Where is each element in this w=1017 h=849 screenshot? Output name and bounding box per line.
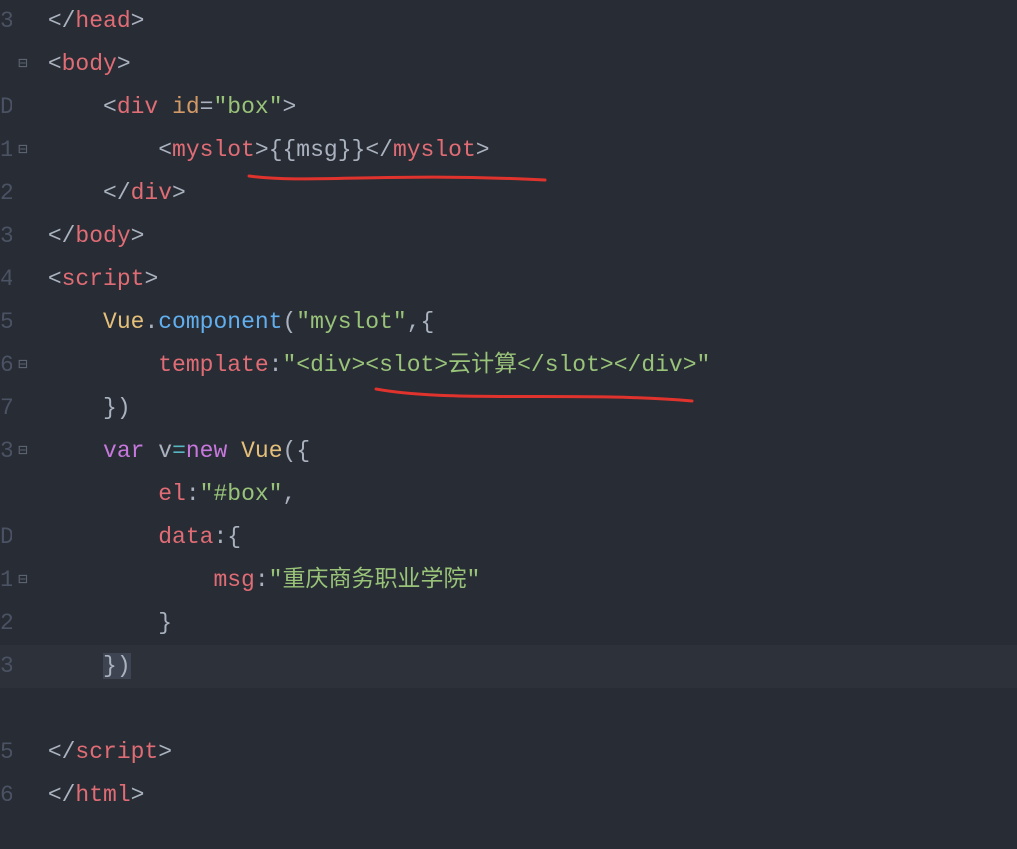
code-line[interactable]: <myslot>{{msg}}</myslot>: [34, 129, 1017, 172]
code-line[interactable]: }: [34, 602, 1017, 645]
code-line[interactable]: var v=new Vue({: [34, 430, 1017, 473]
code-line[interactable]: template:"<div><slot>云计算</slot></div>": [34, 344, 1017, 387]
fold-marker[interactable]: [12, 731, 34, 774]
fold-marker[interactable]: ⊟: [12, 43, 34, 86]
code-line[interactable]: </head>: [34, 0, 1017, 43]
code-line[interactable]: </body>: [34, 215, 1017, 258]
line-number: [0, 43, 12, 86]
code-line[interactable]: </script>: [34, 731, 1017, 774]
code-line[interactable]: Vue.component("myslot",{: [34, 301, 1017, 344]
code-line[interactable]: <body>: [34, 43, 1017, 86]
fold-marker[interactable]: [12, 473, 34, 516]
fold-marker[interactable]: [12, 645, 34, 688]
line-number: 1: [0, 559, 12, 602]
fold-marker[interactable]: [12, 86, 34, 129]
line-number: 3: [0, 0, 12, 43]
fold-marker[interactable]: ⊟: [12, 430, 34, 473]
line-number: 6: [0, 774, 12, 817]
fold-marker[interactable]: [12, 0, 34, 43]
line-number: [0, 473, 12, 516]
line-number: 3: [0, 215, 12, 258]
line-number: 2: [0, 602, 12, 645]
fold-marker[interactable]: ⊟: [12, 344, 34, 387]
code-line[interactable]: data:{: [34, 516, 1017, 559]
line-number-gutter: 3 D 1 2 3 4 5 6 7 3 D 1 2 3 5 6: [0, 0, 12, 849]
fold-marker[interactable]: [12, 516, 34, 559]
line-number: 2: [0, 172, 12, 215]
fold-marker[interactable]: ⊟: [12, 559, 34, 602]
fold-marker[interactable]: ⊟: [12, 129, 34, 172]
code-line[interactable]: </div>: [34, 172, 1017, 215]
code-line[interactable]: </html>: [34, 774, 1017, 817]
code-line[interactable]: }): [34, 387, 1017, 430]
line-number: 1: [0, 129, 12, 172]
fold-marker[interactable]: [12, 774, 34, 817]
line-number: D: [0, 516, 12, 559]
code-editor: 3 D 1 2 3 4 5 6 7 3 D 1 2 3 5 6 ⊟ ⊟ ⊟ ⊟ …: [0, 0, 1017, 849]
code-line[interactable]: <div id="box">: [34, 86, 1017, 129]
fold-marker[interactable]: [12, 688, 34, 731]
line-number: [0, 688, 12, 731]
code-area[interactable]: </head> <body> <div id="box"> <myslot>{{…: [34, 0, 1017, 849]
fold-marker[interactable]: [12, 602, 34, 645]
code-line[interactable]: }): [34, 645, 1017, 688]
line-number: 7: [0, 387, 12, 430]
fold-marker[interactable]: [12, 301, 34, 344]
fold-marker[interactable]: [12, 258, 34, 301]
line-number: 4: [0, 258, 12, 301]
line-number: 6: [0, 344, 12, 387]
fold-marker[interactable]: [12, 215, 34, 258]
line-number: D: [0, 86, 12, 129]
line-number: 5: [0, 301, 12, 344]
line-number: 3: [0, 645, 12, 688]
line-number: 5: [0, 731, 12, 774]
line-number: 3: [0, 430, 12, 473]
fold-marker[interactable]: [12, 387, 34, 430]
code-line[interactable]: [34, 688, 1017, 731]
fold-marker[interactable]: [12, 172, 34, 215]
code-line[interactable]: el:"#box",: [34, 473, 1017, 516]
code-line[interactable]: msg:"重庆商务职业学院": [34, 559, 1017, 602]
fold-gutter: ⊟ ⊟ ⊟ ⊟ ⊟: [12, 0, 34, 849]
code-line[interactable]: <script>: [34, 258, 1017, 301]
